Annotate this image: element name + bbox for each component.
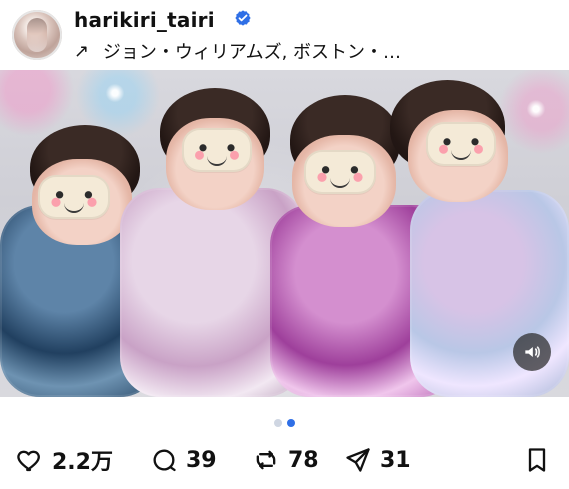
bookmark-icon[interactable] <box>523 446 551 474</box>
post-header: harikiri_tairi ↗ ジョン・ウィリアムズ, ボストン・… <box>0 0 569 70</box>
repost-icon <box>256 450 276 470</box>
carousel-dot-active[interactable] <box>287 419 295 427</box>
sound-toggle-button[interactable] <box>513 333 551 371</box>
speaker-icon <box>525 346 540 358</box>
send-icon <box>346 448 370 472</box>
share-action[interactable]: 31 <box>344 446 411 474</box>
carousel-indicator <box>0 410 569 430</box>
avatar[interactable] <box>12 10 62 60</box>
verified-badge-icon <box>235 10 251 26</box>
comment-bubble-icon <box>153 449 176 472</box>
like-action[interactable]: 2.2万 <box>16 446 113 475</box>
post-media[interactable] <box>0 70 569 397</box>
eye-mask <box>304 150 376 194</box>
comments-count: 39 <box>186 447 217 473</box>
north-east-arrow-icon: ↗ <box>74 41 90 62</box>
eye-mask <box>426 122 496 166</box>
eye-mask <box>38 175 110 219</box>
comment-action[interactable]: 39 <box>150 446 217 474</box>
child-4-body <box>410 190 569 397</box>
repost-action[interactable]: 78 <box>252 446 319 474</box>
username[interactable]: harikiri_tairi <box>74 8 215 32</box>
likes-count: 2.2万 <box>52 450 113 475</box>
reposts-count: 78 <box>288 447 319 473</box>
eye-mask <box>182 128 252 172</box>
heart-icon <box>17 450 40 472</box>
carousel-dot[interactable] <box>274 419 282 427</box>
post-actions: 2.2万 39 78 31 <box>0 438 569 489</box>
location[interactable]: ↗ ジョン・ウィリアムズ, ボストン・… <box>74 38 401 64</box>
shares-count: 31 <box>380 447 411 473</box>
location-text: ジョン・ウィリアムズ, ボストン・… <box>102 42 402 63</box>
